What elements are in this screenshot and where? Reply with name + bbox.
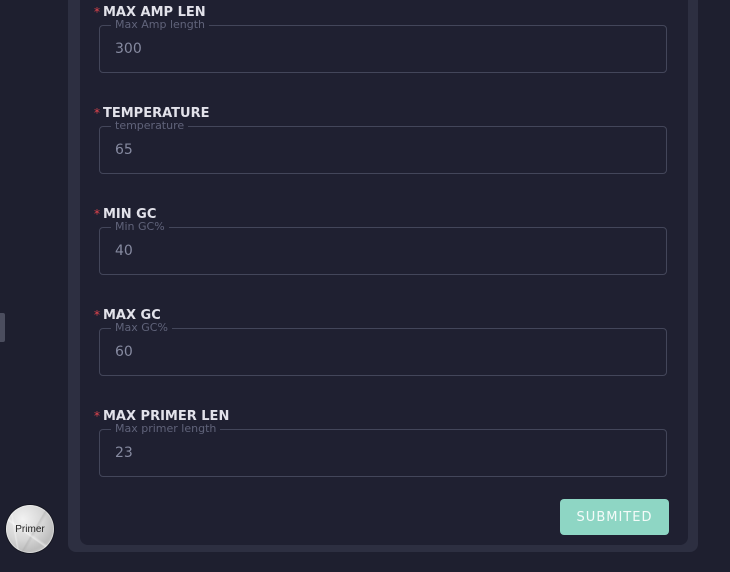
input-legend: Max Amp length (111, 18, 210, 32)
temperature-input[interactable]: temperature 65 (99, 119, 667, 174)
field-temperature: * TEMPERATURE temperature 65 (94, 106, 669, 174)
input-legend: Max primer length (111, 422, 221, 436)
field-max-primer-len: * MAX PRIMER LEN Max primer length 23 (94, 409, 669, 477)
avatar-label: Primer (15, 523, 45, 535)
max-amp-len-input[interactable]: Max Amp length 300 (99, 18, 667, 73)
input-value[interactable]: 60 (115, 344, 133, 360)
input-legend: temperature (111, 119, 189, 133)
required-mark: * (94, 106, 100, 120)
input-value[interactable]: 40 (115, 243, 133, 259)
field-label: * MIN GC (94, 207, 669, 225)
input-value[interactable]: 300 (115, 41, 142, 57)
sidebar-collapse-handle[interactable] (0, 313, 5, 342)
input-legend: Max GC% (111, 321, 172, 335)
field-max-gc: * MAX GC Max GC% 60 (94, 308, 669, 376)
required-mark: * (94, 409, 100, 423)
max-gc-input[interactable]: Max GC% 60 (99, 321, 667, 376)
submit-button[interactable]: SUBMITED (560, 499, 669, 535)
input-value[interactable]: 23 (115, 445, 133, 461)
max-primer-len-input[interactable]: Max primer length 23 (99, 422, 667, 477)
required-mark: * (94, 308, 100, 322)
input-legend: Min GC% (111, 220, 169, 234)
input-value[interactable]: 65 (115, 142, 133, 158)
required-mark: * (94, 5, 100, 19)
field-label: * MAX GC (94, 308, 669, 326)
required-mark: * (94, 207, 100, 221)
field-max-amp-len: * MAX AMP LEN Max Amp length 300 (94, 5, 669, 73)
field-min-gc: * MIN GC Min GC% 40 (94, 207, 669, 275)
avatar[interactable]: Primer (6, 505, 54, 553)
min-gc-input[interactable]: Min GC% 40 (99, 220, 667, 275)
